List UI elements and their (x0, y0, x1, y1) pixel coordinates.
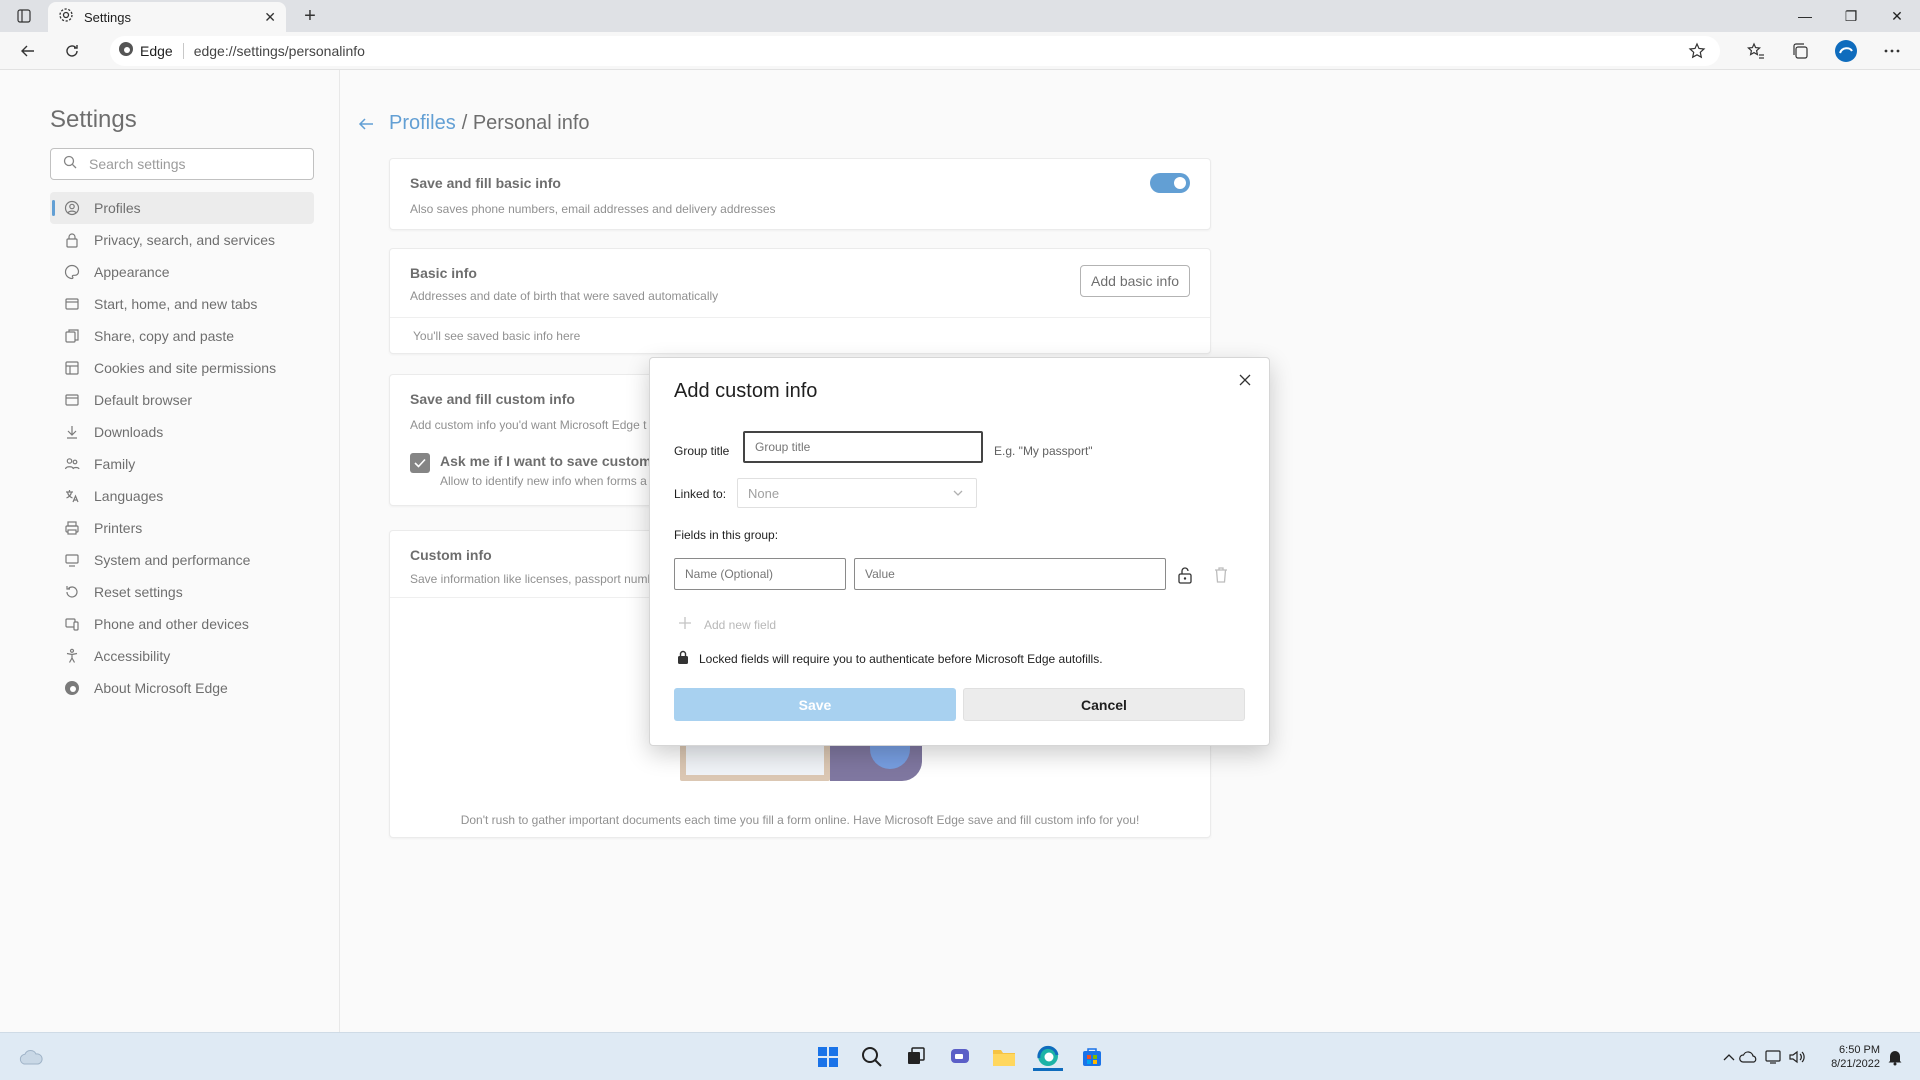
close-dialog-icon[interactable] (1233, 368, 1257, 392)
divider (182, 43, 184, 59)
more-options-icon[interactable] (1878, 38, 1906, 64)
weather-icon[interactable] (16, 1043, 46, 1071)
back-button[interactable] (14, 38, 42, 64)
minimize-button[interactable]: — (1782, 0, 1828, 32)
tab-close-icon[interactable]: ✕ (264, 9, 276, 26)
lock-icon (677, 650, 689, 667)
delete-icon[interactable] (1213, 566, 1229, 589)
group-title-hint: E.g. "My passport" (994, 444, 1093, 458)
field-name-box[interactable] (674, 558, 846, 590)
save-button[interactable]: Save (674, 688, 956, 721)
edge-icon (118, 41, 134, 62)
group-title-input[interactable] (745, 433, 981, 461)
plus-icon (678, 616, 692, 633)
file-explorer-icon[interactable] (989, 1043, 1019, 1071)
site-label: Edge (140, 43, 173, 59)
field-name-input[interactable] (675, 559, 845, 589)
collections-icon[interactable] (1786, 38, 1814, 64)
chat-icon[interactable] (945, 1043, 975, 1071)
linked-to-label: Linked to: (674, 487, 727, 501)
restore-button[interactable]: ❐ (1828, 0, 1874, 32)
clock-time: 6:50 PM (1839, 1044, 1880, 1056)
chevron-down-icon (952, 487, 964, 502)
cancel-button[interactable]: Cancel (963, 688, 1245, 721)
tab-actions-icon[interactable] (10, 6, 38, 26)
field-value-input[interactable] (855, 559, 1165, 589)
title-bar: Settings ✕ + — ❐ ✕ (0, 0, 1920, 32)
lock-note: Locked fields will require you to authen… (677, 650, 1103, 667)
tray-clock[interactable]: 6:50 PM 8/21/2022 (1831, 1043, 1880, 1071)
tab-title: Settings (84, 9, 131, 25)
field-value-box[interactable] (854, 558, 1166, 590)
taskbar: 6:50 PM 8/21/2022 (0, 1032, 1920, 1080)
unlock-icon[interactable] (1177, 566, 1193, 589)
browser-toolbar: Edge edge://settings/personalinfo (0, 32, 1920, 70)
url-text[interactable]: edge://settings/personalinfo (194, 43, 365, 59)
add-new-field-label: Add new field (704, 617, 777, 632)
fields-in-group-label: Fields in this group: (674, 528, 779, 542)
notification-icon[interactable] (1880, 1043, 1910, 1071)
group-title-label: Group title (674, 444, 730, 458)
clock-date: 8/21/2022 (1831, 1058, 1880, 1070)
dialog-title: Add custom info (674, 380, 818, 402)
search-icon[interactable] (857, 1043, 887, 1071)
add-custom-info-dialog: Add custom info Group title E.g. "My pas… (649, 357, 1270, 746)
new-tab-button[interactable]: + (296, 4, 324, 28)
volume-icon[interactable] (1782, 1043, 1812, 1071)
favorites-icon[interactable] (1742, 38, 1770, 64)
add-favorite-icon[interactable] (1688, 42, 1706, 65)
add-new-field-button[interactable]: Add new field (678, 616, 776, 633)
close-window-button[interactable]: ✕ (1874, 0, 1920, 32)
refresh-button[interactable] (58, 38, 86, 64)
start-icon[interactable] (813, 1043, 843, 1071)
group-title-field[interactable] (743, 431, 983, 463)
gear-icon (58, 7, 74, 28)
profile-avatar-icon[interactable] (1832, 38, 1860, 64)
lock-note-text: Locked fields will require you to authen… (699, 651, 1103, 666)
address-bar[interactable]: Edge edge://settings/personalinfo (110, 36, 1720, 66)
edge-taskbar-icon[interactable] (1033, 1043, 1063, 1071)
store-icon[interactable] (1077, 1043, 1107, 1071)
tab-settings[interactable]: Settings ✕ (48, 2, 286, 32)
linked-to-value: None (748, 485, 780, 501)
linked-to-select[interactable]: None (737, 478, 977, 508)
task-view-icon[interactable] (901, 1043, 931, 1071)
